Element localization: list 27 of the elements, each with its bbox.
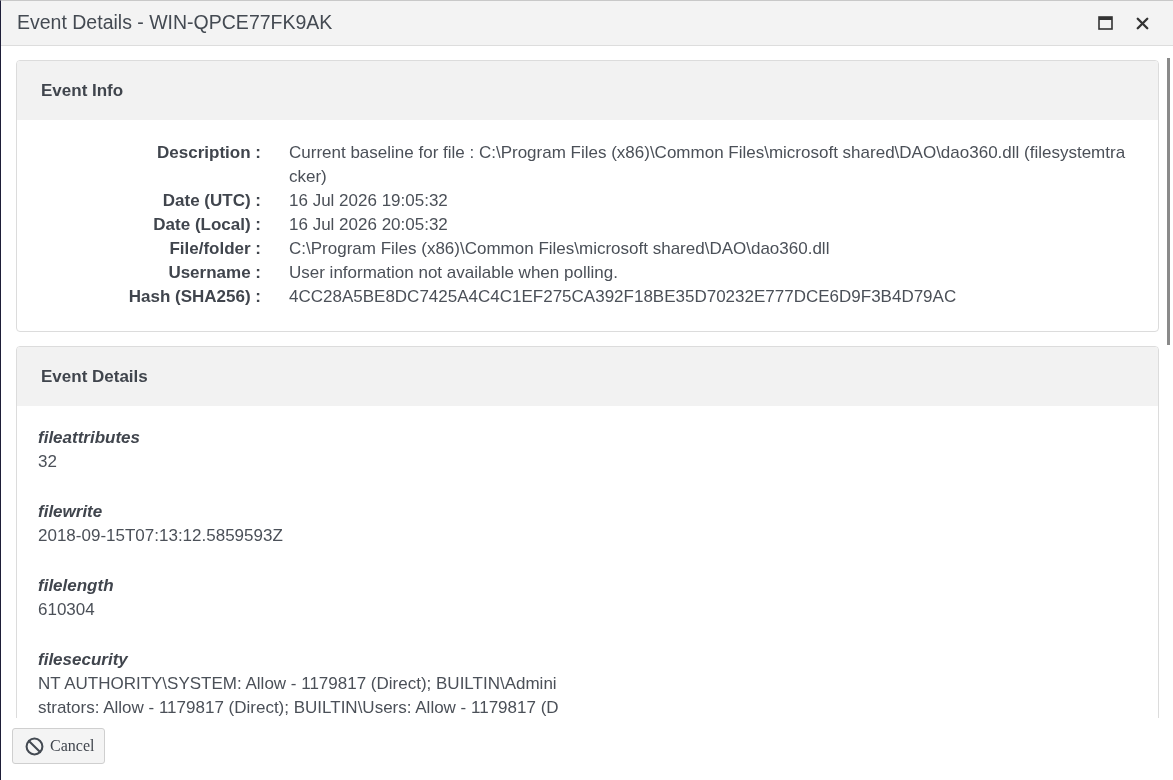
field-value: 16 Jul 2026 19:05:32 [289, 190, 449, 212]
maximize-icon[interactable] [1098, 16, 1113, 30]
field-label: Hash (SHA256) : [127, 286, 261, 308]
panel-title: Event Info [41, 79, 124, 102]
field-name: filesecurity [38, 649, 128, 671]
field-name: filewrite [38, 501, 103, 523]
field-value: Current baseline for file : C:\Program Files (x86)\Common Files\microsoft shared\DAO\dao360.dll (filesystemtracker) [289, 142, 1127, 188]
cancel-button[interactable]: Cancel [12, 728, 106, 764]
field-label: Description : [156, 142, 261, 164]
field-value: User information not available when polling. [289, 262, 619, 284]
field-value: 2018-09-15T07:13:12.5859593Z [38, 525, 283, 547]
ban-icon [25, 736, 44, 756]
field-label: Date (UTC) : [161, 190, 261, 212]
field-value: 610304 [38, 599, 95, 621]
field-label: Date (Local) : [152, 214, 261, 236]
panel-title: Event Details [41, 365, 148, 388]
field-value: C:\Program Files (x86)\Common Files\microsoft shared\DAO\dao360.dll [289, 238, 831, 260]
field-name: fileattributes [38, 427, 141, 449]
field-name: filelength [38, 575, 114, 597]
window-title: Event Details - WIN-QPCE77FK9AK [17, 10, 334, 36]
field-label: Username : [167, 262, 261, 284]
field-label: File/folder : [168, 238, 261, 260]
field-value: 32 [38, 451, 57, 473]
field-value: 4CC28A5BE8DC7425A4C4C1EF275CA392F18BE35D70232E777DCE6D9F3B4D79AC [289, 286, 958, 308]
field-value: 16 Jul 2026 20:05:32 [289, 214, 449, 236]
field-value: NT AUTHORITY\SYSTEM: Allow - 1179817 (Direct); BUILTIN\Administrators: Allow - 1179817 (Direct); BUILTIN\Users: Allow - 1179817 (D [38, 673, 560, 718]
scrollbar[interactable] [1167, 58, 1170, 345]
